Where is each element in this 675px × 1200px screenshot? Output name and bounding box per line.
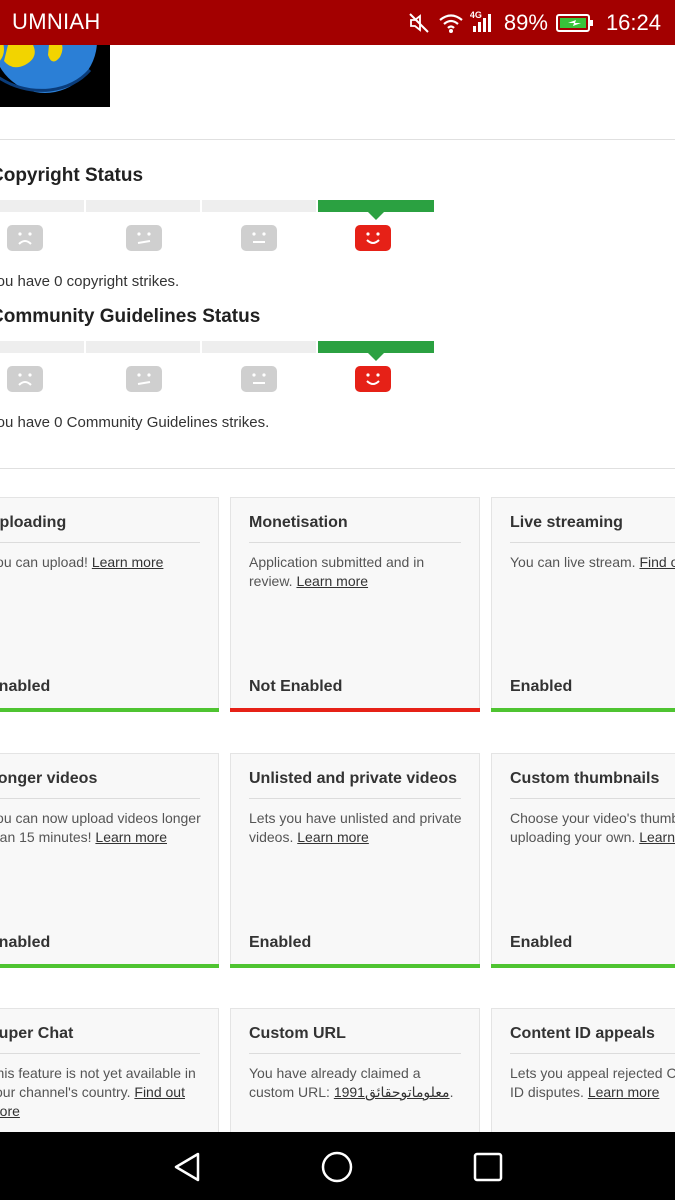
feature-card-content-id-appeals[interactable]: Content ID appeals Lets you appeal rejec… [491, 1008, 675, 1132]
card-description: You have already claimed a custom URL: 1… [249, 1064, 469, 1102]
card-desc-tail: . [449, 1084, 454, 1100]
card-divider [510, 1053, 675, 1054]
card-description: You can live stream. Find out more [510, 553, 675, 572]
battery-charging-icon [555, 12, 594, 34]
feature-card-monetisation[interactable]: Monetisation Application submitted and i… [230, 497, 480, 712]
meter-segment-active [318, 341, 434, 361]
card-title: Monetisation [249, 514, 348, 531]
copyright-strike-count: You have 0 copyright strikes. [0, 273, 180, 290]
card-divider [0, 542, 200, 543]
learn-more-link[interactable]: Learn more [92, 554, 164, 570]
card-divider [510, 542, 675, 543]
feature-card-uploading[interactable]: Uploading You can upload! Learn more Ena… [0, 497, 219, 712]
feature-card-custom-url[interactable]: Custom URL You have already claimed a cu… [230, 1008, 480, 1132]
neutral-face-icon [241, 366, 277, 392]
card-title: Live streaming [510, 514, 623, 531]
card-title: Uploading [0, 514, 67, 531]
card-divider [249, 798, 461, 799]
card-divider [510, 798, 675, 799]
happy-face-icon [355, 366, 391, 392]
card-divider [249, 1053, 461, 1054]
meter-segment [0, 341, 84, 353]
recents-icon[interactable] [471, 1150, 505, 1184]
channel-status-content[interactable]: Copyright Status You have 0 copyright st… [0, 45, 675, 1132]
community-strike-count: You have 0 Community Guidelines strikes. [0, 414, 270, 431]
divider [0, 468, 675, 469]
mute-icon [408, 12, 430, 34]
card-description: This feature is not yet available in you… [0, 1064, 208, 1121]
learn-more-link[interactable]: Learn more [296, 573, 368, 589]
custom-url-link[interactable]: 1991معلوماتوحقائق [334, 1084, 450, 1100]
feature-card-live-streaming[interactable]: Live streaming You can live stream. Find… [491, 497, 675, 712]
card-status: Enabled [0, 934, 51, 951]
card-status: Enabled [249, 934, 312, 951]
find-out-more-link[interactable]: Find out more [639, 554, 675, 570]
copyright-strike-meter [0, 200, 435, 220]
navigation-bar [0, 1132, 675, 1200]
back-icon[interactable] [170, 1150, 204, 1184]
meter-segment-active [318, 200, 434, 220]
meh-face-icon [126, 366, 162, 392]
card-desc-text: You can upload! [0, 554, 88, 570]
meter-segment [86, 200, 200, 212]
meh-face-icon [126, 225, 162, 251]
meter-segment [202, 341, 316, 353]
neutral-face-icon [241, 225, 277, 251]
status-bar-enabled [0, 708, 219, 712]
signal-icon: 4G [469, 9, 496, 34]
carrier-name: UMNIAH [12, 9, 101, 34]
card-description: Lets you appeal rejected Content ID disp… [510, 1064, 675, 1102]
card-desc-text: You can live stream. [510, 554, 636, 570]
card-title: Custom URL [249, 1025, 346, 1042]
card-description: Lets you have unlisted and private video… [249, 809, 469, 847]
card-title: Longer videos [0, 770, 98, 787]
meter-segment [86, 341, 200, 353]
status-bar-enabled [491, 964, 675, 968]
card-status: Enabled [0, 678, 51, 695]
battery-percent: 89% [503, 9, 548, 35]
card-status: Enabled [510, 934, 573, 951]
community-status-title: Community Guidelines Status [0, 306, 261, 327]
card-divider [0, 1053, 200, 1054]
learn-more-link[interactable]: Learn more [639, 829, 675, 845]
network-type: 4G [469, 9, 482, 20]
card-title: Content ID appeals [510, 1025, 655, 1042]
status-bar-disabled [230, 708, 480, 712]
status-bar-enabled [0, 964, 219, 968]
card-description: Application submitted and in review. Lea… [249, 553, 469, 591]
card-description: You can upload! Learn more [0, 553, 208, 572]
card-status: Enabled [510, 678, 573, 695]
feature-card-custom-thumbnails[interactable]: Custom thumbnails Choose your video's th… [491, 753, 675, 968]
card-divider [0, 798, 200, 799]
card-description: Choose your video's thumbnail by uploadi… [510, 809, 675, 847]
feature-card-unlisted-private-videos[interactable]: Unlisted and private videos Lets you hav… [230, 753, 480, 968]
sad-face-icon [7, 225, 43, 251]
card-title: Unlisted and private videos [249, 770, 458, 787]
community-strike-meter [0, 341, 435, 361]
learn-more-link[interactable]: Learn more [588, 1084, 660, 1100]
channel-avatar[interactable] [0, 45, 110, 107]
wifi-icon [438, 12, 464, 34]
learn-more-link[interactable]: Learn more [95, 829, 167, 845]
card-title: Custom thumbnails [510, 770, 660, 787]
divider [0, 139, 675, 140]
status-bar-enabled [491, 708, 675, 712]
clock: 16:24 [605, 9, 661, 35]
feature-card-longer-videos[interactable]: Longer videos You can now upload videos … [0, 753, 219, 968]
card-description: You can now upload videos longer than 15… [0, 809, 208, 847]
meter-segment [0, 200, 84, 212]
meter-segment [202, 200, 316, 212]
feature-card-super-chat[interactable]: Super Chat This feature is not yet avail… [0, 1008, 219, 1132]
card-title: Super Chat [0, 1025, 74, 1042]
happy-face-icon [355, 225, 391, 251]
status-icons: 4G 89% 16:24 [408, 0, 661, 45]
home-icon[interactable] [320, 1150, 354, 1184]
card-divider [249, 542, 461, 543]
copyright-status-title: Copyright Status [0, 165, 144, 186]
card-status: Not Enabled [249, 678, 343, 695]
learn-more-link[interactable]: Learn more [297, 829, 369, 845]
status-bar: UMNIAH 4G 89% 16:24 [0, 0, 675, 45]
sad-face-icon [7, 366, 43, 392]
status-bar-enabled [230, 964, 480, 968]
